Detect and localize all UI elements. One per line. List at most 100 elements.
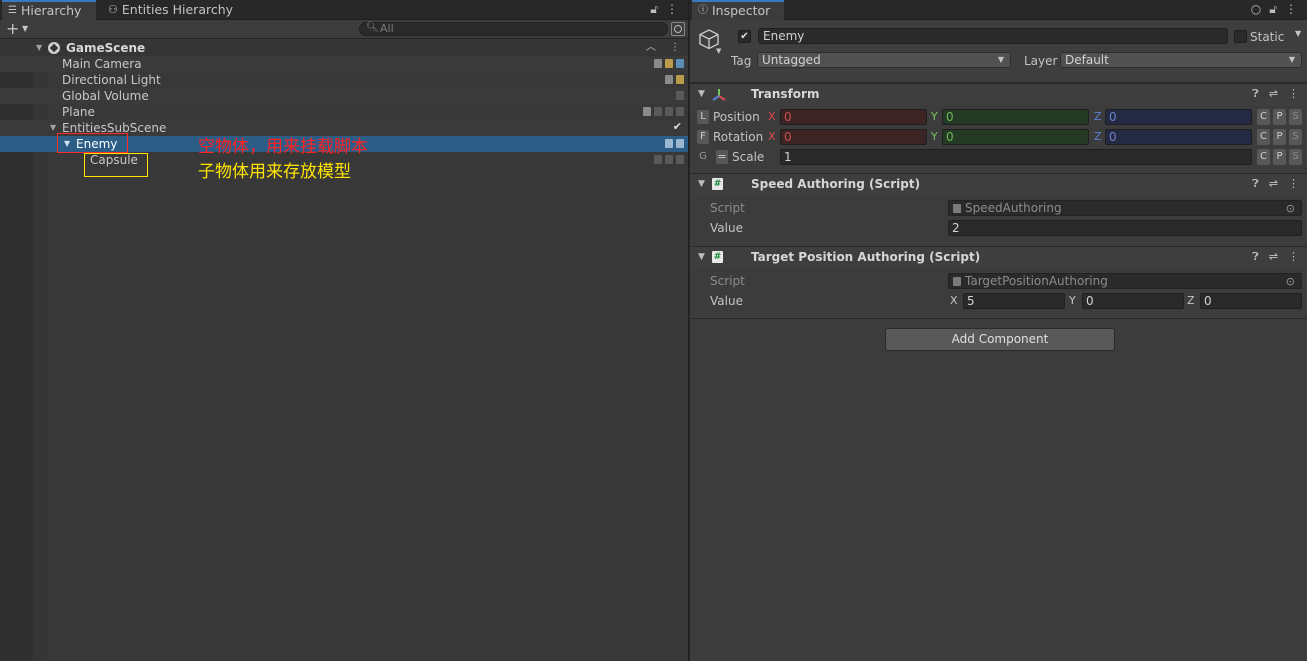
camera-icon [676,59,684,68]
scale-paste-button[interactable]: P [1273,149,1286,165]
unity-scene-icon [48,42,60,54]
scale-field[interactable]: 1 [780,149,1252,165]
position-y-field[interactable]: 0 [942,109,1089,125]
search-by-type-icon[interactable] [671,22,685,36]
scale-reset-button[interactable]: S [1289,149,1302,165]
chevron-up-icon[interactable]: ︿ [646,40,656,56]
preset-icon[interactable]: ⇌ [1269,250,1278,264]
speed-value-field[interactable]: 2 [948,220,1302,236]
search-input[interactable]: 🔍︎ All [359,22,668,36]
target-z-field[interactable]: 0 [1200,293,1302,309]
tab-inspector[interactable]: ⓘ Inspector [692,0,784,20]
mesh-filter-icon [654,155,662,164]
static-checkbox[interactable] [1234,30,1247,43]
rotation-reset-button[interactable]: S [1289,129,1302,145]
kebab-menu-icon[interactable]: ⋮ [1285,2,1297,17]
help-icon[interactable]: ❓︎ [1252,177,1259,191]
target-x-field[interactable]: 5 [963,293,1065,309]
global-badge[interactable]: G [697,150,709,164]
csharp-script-icon: # [712,178,723,190]
object-picker-icon[interactable]: ⊙ [1286,202,1295,216]
script-object-field[interactable]: TargetPositionAuthoring ⊙ [948,273,1302,289]
frame-badge[interactable]: F [697,130,709,144]
object-header: ▼ ✔ Enemy Static ▼ Tag Untagged Layer De… [690,20,1307,83]
position-x-field[interactable]: 0 [780,109,927,125]
list-item[interactable]: Plane [0,104,688,120]
position-label: Position [713,110,760,124]
speed-authoring-title: Speed Authoring (Script) [751,177,921,191]
position-copy-button[interactable]: C [1257,109,1270,125]
lock-icon[interactable]: 🔓︎ [650,2,658,17]
chevron-down-icon[interactable]: ▼ [1295,29,1301,38]
scene-row[interactable]: ▼ GameScene ︿ ⋮ [0,40,688,56]
list-item[interactable]: Directional Light [0,72,688,88]
position-reset-button[interactable]: S [1289,109,1302,125]
script-icon [665,75,673,84]
chevron-down-icon[interactable]: ▼ [716,47,721,55]
tag-label: Tag [731,54,752,68]
tab-hierarchy[interactable]: ☰ Hierarchy [2,0,96,20]
circle-icon[interactable]: ○ [1251,2,1261,17]
preset-icon[interactable]: ⇌ [1269,87,1278,101]
script-file-icon [953,204,961,213]
script-icon [665,139,673,148]
kebab-menu-icon[interactable]: ⋮ [670,40,680,56]
tag-dropdown[interactable]: Untagged [757,52,1011,68]
rotation-x-field[interactable]: 0 [780,129,927,145]
check-icon[interactable]: ✔ [673,119,682,135]
chevron-down-icon[interactable]: ▼ [22,24,28,33]
add-icon[interactable]: + [6,20,19,38]
local-badge[interactable]: L [697,110,709,124]
light-icon [676,75,684,84]
scene-label: GameScene [66,41,146,55]
transform-header[interactable]: ▼ Transform ❓︎ ⇌ ⋮ [690,83,1307,105]
help-icon[interactable]: ❓︎ [1252,87,1259,101]
expand-triangle-icon[interactable]: ▼ [36,40,42,56]
list-item[interactable]: Main Camera [0,56,688,72]
target-position-authoring-header[interactable]: ▼ # Target Position Authoring (Script) ❓… [690,246,1307,268]
csharp-script-icon: # [712,251,723,263]
script-icon [676,139,684,148]
rotation-copy-button[interactable]: C [1257,129,1270,145]
collapse-triangle-icon[interactable]: ▼ [698,252,705,262]
rotation-z-field[interactable]: 0 [1105,129,1252,145]
position-z-field[interactable]: 0 [1105,109,1252,125]
target-position-authoring-title: Target Position Authoring (Script) [751,250,981,264]
tab-entities-hierarchy[interactable]: ⚇ Entities Hierarchy [102,0,233,20]
inspector-tabbar: ⓘ Inspector ○ 🔓︎ ⋮ [690,0,1307,20]
expand-triangle-icon[interactable]: ▼ [50,120,56,136]
layer-dropdown[interactable]: Default [1060,52,1302,68]
scale-copy-button[interactable]: C [1257,149,1270,165]
kebab-menu-icon[interactable]: ⋮ [1288,250,1299,264]
object-picker-icon[interactable]: ⊙ [1286,275,1295,289]
speed-authoring-header[interactable]: ▼ # Speed Authoring (Script) ❓︎ ⇌ ⋮ [690,173,1307,195]
target-y-field[interactable]: 0 [1082,293,1184,309]
active-checkbox[interactable]: ✔ [738,30,751,43]
collapse-triangle-icon[interactable]: ▼ [698,89,705,99]
help-icon[interactable]: ❓︎ [1252,250,1259,264]
entities-icon: ⚇ [108,3,118,16]
preset-icon[interactable]: ⇌ [1269,177,1278,191]
search-icon: 🔍︎ [366,22,379,33]
position-paste-button[interactable]: P [1273,109,1286,125]
kebab-menu-icon[interactable]: ⋮ [1288,87,1299,101]
kebab-menu-icon[interactable]: ⋮ [666,2,678,17]
mesh-filter-icon [654,107,662,116]
add-component-button[interactable]: Add Component [885,328,1115,351]
collider-icon [676,107,684,116]
script-object-field[interactable]: SpeedAuthoring ⊙ [948,200,1302,216]
mesh-renderer-icon [665,107,673,116]
link-scale-icon[interactable]: = [716,150,728,164]
annotation-box-enemy [57,133,128,153]
audio-listener-icon [665,59,673,68]
rotation-paste-button[interactable]: P [1273,129,1286,145]
script-icon [654,59,662,68]
hierarchy-tabbar: ☰ Hierarchy ⚇ Entities Hierarchy 🔓︎ ⋮ [0,0,688,20]
list-item[interactable]: Global Volume [0,88,688,104]
collapse-triangle-icon[interactable]: ▼ [698,179,705,189]
lock-icon[interactable]: 🔓︎ [1269,2,1277,17]
kebab-menu-icon[interactable]: ⋮ [1288,177,1299,191]
static-label: Static [1250,30,1285,44]
object-name-field[interactable]: Enemy [758,28,1228,44]
rotation-y-field[interactable]: 0 [942,129,1089,145]
